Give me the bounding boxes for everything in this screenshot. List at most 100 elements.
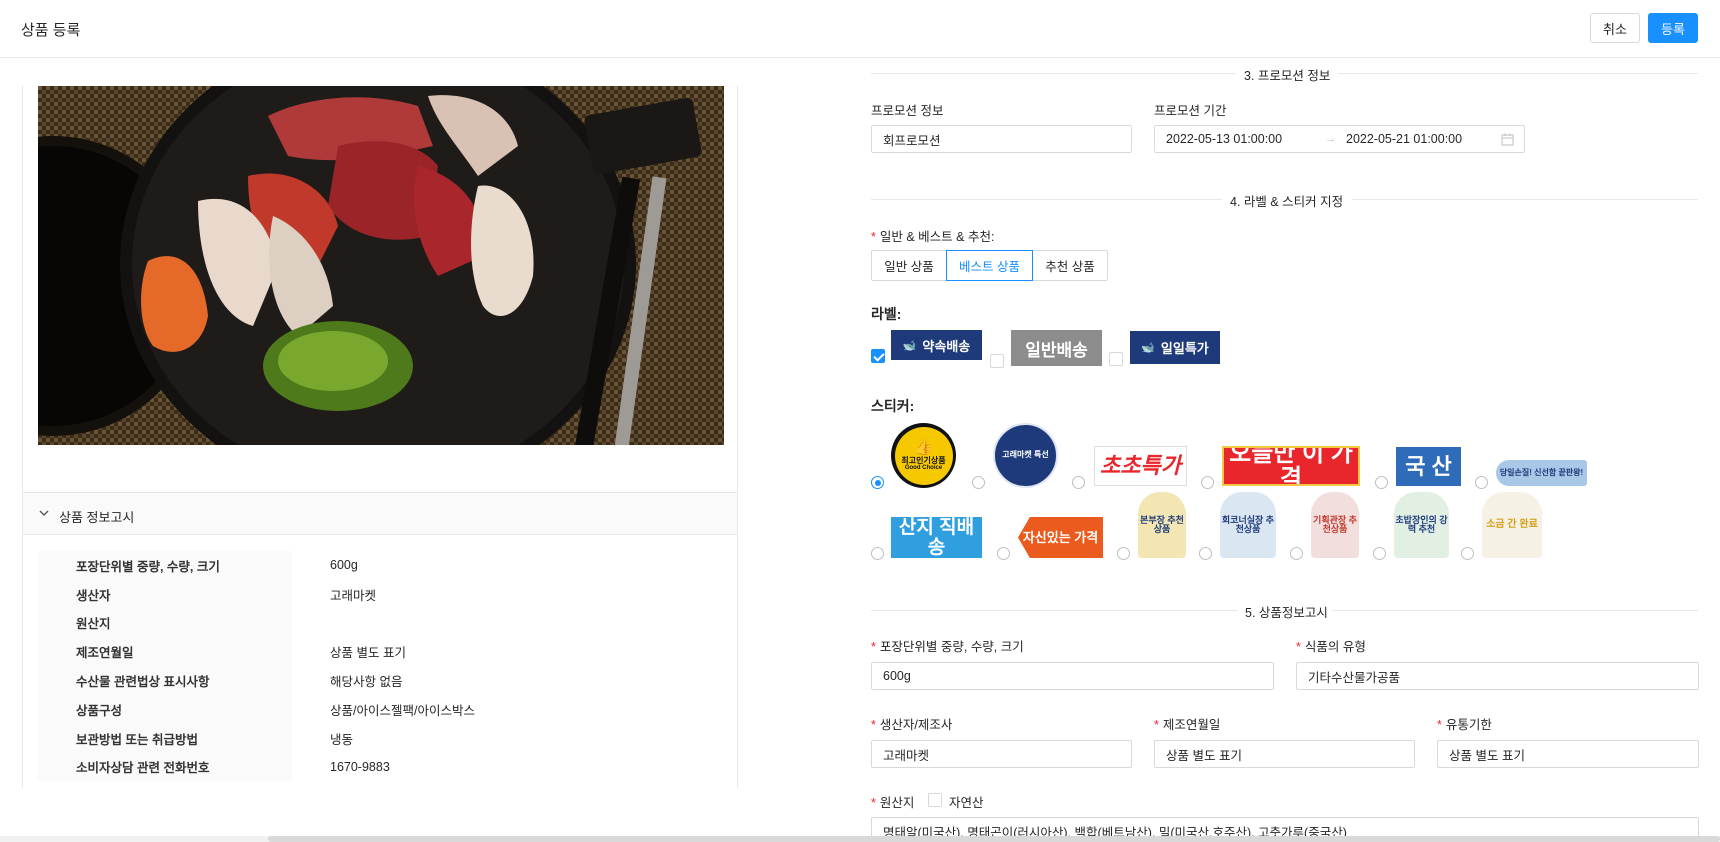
row-key: 보관방법 또는 취급방법 xyxy=(38,723,292,753)
table-row: 생산자 고래마켓 xyxy=(38,579,724,609)
promotion-info-input[interactable]: 회프로모션 xyxy=(871,125,1132,153)
producer-label: * 생산자/제조사 xyxy=(871,718,953,732)
page-title: 상품 등록 xyxy=(21,22,81,39)
row-key: 상품구성 xyxy=(38,694,292,724)
sticker-direct-delivery: 산지 직배송 xyxy=(891,517,982,558)
expiry-label: * 유통기한 xyxy=(1437,718,1492,732)
table-row: 원산지 xyxy=(38,608,724,638)
promotion-period-range[interactable]: 2022-05-13 01:00:00 → 2022-05-21 01:00:0… xyxy=(1154,125,1525,153)
sticker-radio[interactable] xyxy=(871,547,884,560)
sticker-radio[interactable] xyxy=(972,476,985,489)
row-value: 고래마켓 xyxy=(330,588,377,603)
sticker-radio[interactable] xyxy=(1475,476,1488,489)
origin-label: * 원산지 xyxy=(871,796,915,810)
label-checkbox-normal[interactable] xyxy=(990,354,1004,368)
sticker-sashimi-manager-pick: 회코너실장 추천상품 xyxy=(1220,492,1276,558)
promotion-period-label: 프로모션 기간 xyxy=(1154,104,1227,118)
sticker-radio[interactable] xyxy=(1373,547,1386,560)
whale-icon: 🐋 xyxy=(1141,342,1155,354)
mfg-date-input[interactable]: 상품 별도 표기 xyxy=(1154,740,1415,768)
submit-button[interactable]: 등록 xyxy=(1648,13,1698,43)
scrollbar-thumb[interactable] xyxy=(268,836,1720,842)
sticker-radio[interactable] xyxy=(997,547,1010,560)
sticker-today-only: 오늘만 이 가격 xyxy=(1222,446,1360,486)
segment-best[interactable]: 베스트 상품 xyxy=(946,250,1033,281)
product-preview-pane: 상품 정보고시 포장단위별 중량, 수량, 크기 600g 생산자 고래마켓 원산지… xyxy=(22,85,738,788)
product-photo xyxy=(38,86,724,445)
product-type-label: * 일반 & 베스트 & 추천: xyxy=(871,230,995,244)
sticker-radio[interactable] xyxy=(1117,547,1130,560)
label-badge-daily: 🐋 일일특가 xyxy=(1130,331,1220,364)
label-checkbox-promise[interactable] xyxy=(871,349,885,363)
sticker-whale-special: 고래마켓 특선 xyxy=(993,423,1058,488)
table-row: 포장단위별 중량, 수량, 크기 600g xyxy=(38,551,724,580)
sticker-radio[interactable] xyxy=(1375,476,1388,489)
label-title: 라벨: xyxy=(871,306,902,322)
row-key: 수산물 관련법상 표시사항 xyxy=(38,666,292,695)
label-badge-normal: 일반배송 xyxy=(1011,330,1102,366)
sticker-sushi-master-pick: 초밥장인의 강력 추천 xyxy=(1394,492,1449,558)
sticker-super-sale: 초초특가 xyxy=(1094,446,1187,486)
page-header: 상품 등록 취소 등록 xyxy=(0,0,1720,58)
chevron-down-icon xyxy=(39,510,49,516)
accordion-label: 상품 정보고시 xyxy=(59,510,135,525)
row-key: 제조연월일 xyxy=(38,637,292,667)
food-type-label: * 식품의 유형 xyxy=(1296,640,1366,654)
section-title: 3. 프로모션 정보 xyxy=(1244,69,1331,83)
table-row: 수산물 관련법상 표시사항 해당사항 없음 xyxy=(38,666,724,695)
labels-section-divider: 4. 라벨 & 스티커 지정 xyxy=(871,195,1698,209)
thumbs-up-icon: 👍 xyxy=(913,438,934,456)
label-checkbox-daily[interactable] xyxy=(1109,352,1123,366)
row-value: 냉동 xyxy=(330,732,354,747)
sticker-radio[interactable] xyxy=(1199,547,1212,560)
sticker-confident-price: 자신있는 가격 xyxy=(1018,517,1103,558)
segment-recommended[interactable]: 추천 상품 xyxy=(1032,250,1108,281)
promotion-section-divider: 3. 프로모션 정보 xyxy=(871,69,1698,83)
mfg-date-label: * 제조연월일 xyxy=(1154,718,1221,732)
whale-icon: 🐋 xyxy=(902,339,917,352)
row-value: 상품/아이스젤팩/아이스박스 xyxy=(330,703,475,718)
natural-label: 자연산 xyxy=(949,796,984,810)
sticker-title: 스티커: xyxy=(871,398,915,414)
row-value: 상품 별도 표기 xyxy=(330,646,406,661)
product-info-section-divider: 5. 상품정보고시 xyxy=(871,606,1698,620)
table-row: 상품구성 상품/아이스젤팩/아이스박스 xyxy=(38,694,724,724)
expiry-input[interactable]: 상품 별도 표기 xyxy=(1437,740,1699,768)
row-value: 1670-9883 xyxy=(330,759,390,774)
row-value: 600g xyxy=(330,558,358,573)
period-start[interactable]: 2022-05-13 01:00:00 xyxy=(1166,132,1282,146)
section-title: 5. 상품정보고시 xyxy=(1245,606,1328,620)
natural-checkbox[interactable] xyxy=(928,793,942,807)
sticker-radio[interactable] xyxy=(871,476,884,489)
calendar-icon xyxy=(1501,133,1514,146)
row-key: 소비자상담 관련 전화번호 xyxy=(38,752,292,782)
producer-input[interactable]: 고래마켓 xyxy=(871,740,1132,768)
range-arrow-icon: → xyxy=(1325,133,1336,145)
table-row: 보관방법 또는 취급방법 냉동 xyxy=(38,723,724,753)
table-row: 소비자상담 관련 전화번호 1670-9883 xyxy=(38,752,724,782)
product-notice-table: 포장단위별 중량, 수량, 크기 600g 생산자 고래마켓 원산지 제조연월일 상품… xyxy=(38,551,724,782)
section-title: 4. 라벨 & 스티커 지정 xyxy=(1230,195,1344,209)
label-badge-promise: 🐋 약속배송 xyxy=(891,330,982,360)
sticker-radio[interactable] xyxy=(1461,547,1474,560)
segment-normal[interactable]: 일반 상품 xyxy=(871,250,947,281)
sticker-director-pick: 본부장 추천상품 xyxy=(1138,492,1186,558)
weight-label: * 포장단위별 중량, 수량, 크기 xyxy=(871,640,1024,654)
promotion-info-label: 프로모션 정보 xyxy=(871,104,944,118)
sticker-fresh-fish: 당일손질! 신선함 끝판왕! xyxy=(1496,460,1587,486)
row-key: 원산지 xyxy=(38,608,292,638)
sticker-radio[interactable] xyxy=(1072,476,1085,489)
sticker-salted: 소금 간 완료 xyxy=(1482,492,1542,558)
period-end[interactable]: 2022-05-21 01:00:00 xyxy=(1346,132,1462,146)
row-value: 해당사항 없음 xyxy=(330,675,403,690)
food-type-input[interactable]: 기타수산물가공품 xyxy=(1296,662,1699,690)
row-key: 생산자 xyxy=(38,579,292,609)
sticker-best-choice: 👍 최고인기상품 Good Choice xyxy=(891,423,956,488)
product-notice-accordion[interactable]: 상품 정보고시 xyxy=(23,492,737,535)
sticker-radio[interactable] xyxy=(1201,476,1214,489)
row-key: 포장단위별 중량, 수량, 크기 xyxy=(38,551,292,580)
sticker-radio[interactable] xyxy=(1290,547,1303,560)
cancel-button[interactable]: 취소 xyxy=(1590,13,1640,43)
sticker-domestic: 국 산 xyxy=(1396,447,1461,486)
weight-input[interactable]: 600g xyxy=(871,662,1274,690)
